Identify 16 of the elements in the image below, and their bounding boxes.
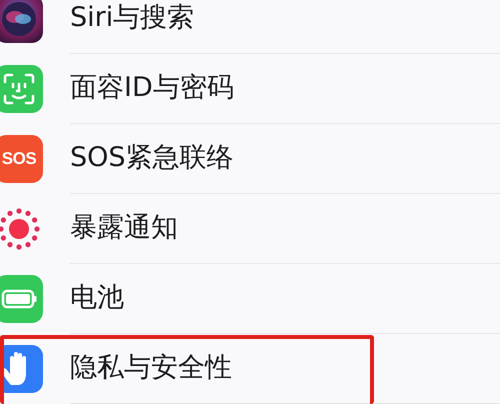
settings-row[interactable]: 电池 [0,264,500,334]
settings-label: SOS紧急联络 [70,141,234,176]
settings-row[interactable]: SOS SOS紧急联络 [0,124,500,194]
battery-icon [0,275,43,323]
settings-label: Siri与搜索 [70,1,194,36]
settings-row[interactable]: Siri与搜索 [0,0,500,54]
settings-row[interactable]: 隐私与安全性 [0,334,500,404]
face-id-icon [0,65,43,113]
settings-label: 隐私与安全性 [70,351,232,386]
sos-icon: SOS [0,135,43,183]
settings-row[interactable]: 面容ID与密码 [0,54,500,124]
settings-label: 面容ID与密码 [70,71,234,106]
settings-label: 电池 [70,281,124,316]
orb-icon [0,0,43,43]
settings-row[interactable]: 暴露通知 [0,194,500,264]
settings-label: 暴露通知 [70,211,178,246]
